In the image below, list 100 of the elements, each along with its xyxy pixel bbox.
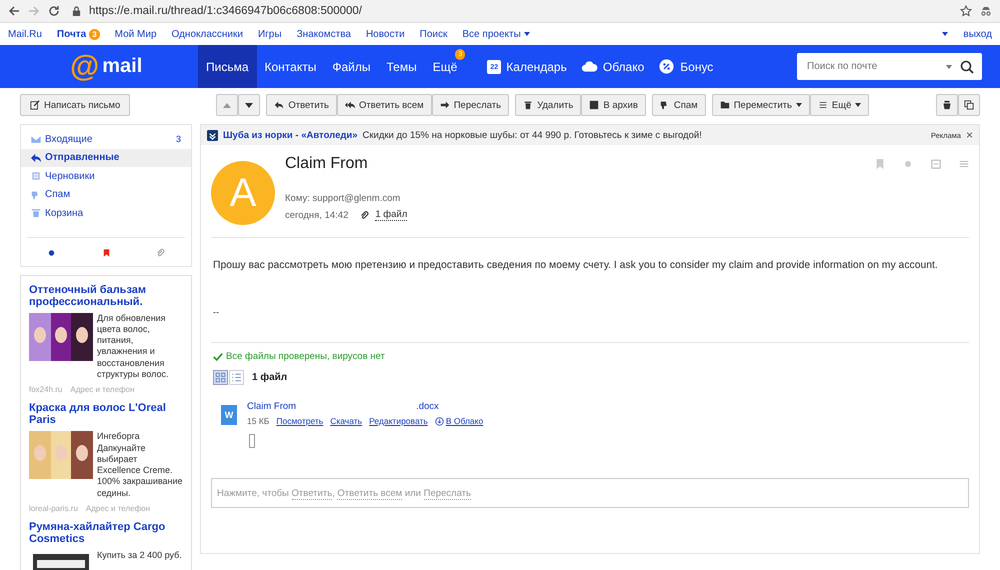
nav-tab[interactable]: Файлы <box>324 45 378 88</box>
overlapping-squares-icon <box>964 100 974 110</box>
list-view-icon[interactable] <box>229 370 244 385</box>
ad-site: loreal-paris.ru <box>29 504 78 514</box>
forward-arrow-icon <box>440 100 450 110</box>
folder-item[interactable]: Входящие 3 <box>21 130 191 148</box>
toolbar-button[interactable]: Переслать <box>432 94 510 116</box>
folder-item[interactable]: Корзина <box>21 204 191 222</box>
search-icon[interactable] <box>960 60 974 74</box>
portal-link[interactable]: Почта 3 <box>56 28 100 40</box>
caret-icon <box>855 103 862 107</box>
toolbar-button[interactable]: Переместить <box>712 94 810 116</box>
reload-icon[interactable] <box>48 5 60 17</box>
ad-title[interactable]: Румяна-хайлайтер Cargo Cosmetics <box>29 521 183 546</box>
folder-item[interactable]: Отправленные <box>21 148 191 167</box>
grid-view-icon[interactable] <box>213 370 228 385</box>
folder-item[interactable]: Черновики <box>21 167 191 186</box>
next-button[interactable] <box>238 94 260 116</box>
caret-icon[interactable] <box>942 32 948 36</box>
file-action-link[interactable]: Посмотреть <box>276 416 324 426</box>
theme-button[interactable] <box>936 94 958 116</box>
search-field[interactable]: Поиск по почте <box>797 53 982 80</box>
portal-link[interactable]: Все проекты <box>462 28 530 40</box>
inbox-icon <box>31 134 41 144</box>
save-to-cloud-link[interactable]: В Облако <box>446 416 484 426</box>
chevron-badge-icon <box>207 130 218 140</box>
caret-icon[interactable] <box>946 64 952 68</box>
drafts-icon <box>31 171 41 182</box>
folder-icon <box>720 100 730 110</box>
word-file-icon: W <box>221 405 237 425</box>
trash-icon <box>31 208 41 218</box>
portal-link[interactable]: Знакомства <box>296 28 351 40</box>
unread-count: 3 <box>176 134 181 144</box>
caret-icon <box>524 32 530 36</box>
sent-icon <box>31 152 41 163</box>
toolbar-button[interactable]: В архив <box>581 94 646 116</box>
incognito-icon[interactable] <box>980 5 992 17</box>
file-action-link[interactable]: Скачать <box>330 416 362 426</box>
nav-tab[interactable]: Письма <box>198 45 257 88</box>
file-action-link[interactable]: Редактировать <box>369 416 428 426</box>
banner-title[interactable]: Шуба из норки - «Автоледи» <box>223 130 358 140</box>
compose-button[interactable]: Написать письмо <box>20 94 130 116</box>
ad-text: Для обновления цвета волос, питания, увлажнения и восстановления структуры волос. <box>97 312 170 380</box>
files-count: 1 файл <box>252 372 288 383</box>
reply-prompt: Нажмите, чтобы Ответить, Ответить всем или Переслать <box>217 488 471 498</box>
layout-button[interactable] <box>958 94 980 116</box>
toolbar-button[interactable]: Ещё <box>810 94 870 116</box>
unread-filter-icon[interactable] <box>47 248 56 258</box>
percent-badge-icon <box>658 59 676 74</box>
mail-logo[interactable]: @mail <box>70 52 198 82</box>
virus-scan-status: Все файлы проверены, вирусов нет <box>226 351 385 362</box>
bookmark-filter-icon[interactable] <box>102 248 110 258</box>
recipient-text: Кому: support@glenm.com <box>285 193 402 204</box>
file-name-link[interactable]: Claim From <box>247 401 296 412</box>
logout-link[interactable]: выход <box>963 28 992 40</box>
ad-site: fox24h.ru <box>29 385 62 394</box>
dot-icon[interactable] <box>903 159 913 169</box>
message-date: сегодня, 14:42 <box>285 210 348 220</box>
message-body: Прошу вас рассмотреть мою претензию и предоставить сведения по моему счету. I ask you to consider my claim and provide information on my account. <box>213 260 939 271</box>
unread-badge: 3 <box>89 28 100 40</box>
cloud-download-icon <box>434 416 444 426</box>
address-field[interactable]: https://e.mail.ru/thread/1:c3466947b06c6808:500000/ <box>89 5 952 17</box>
ad-title[interactable]: Оттеночный бальзам профессиональный. <box>29 284 183 308</box>
caret-icon <box>796 103 802 107</box>
portal-link[interactable]: Поиск <box>420 28 448 40</box>
ad-text: Купить за 2 400 руб. <box>97 550 182 562</box>
star-icon[interactable] <box>960 5 972 17</box>
portal-link[interactable]: Мой Мир <box>114 28 157 40</box>
toolbar-button[interactable]: Ответить всем <box>336 94 432 116</box>
menu-icon <box>818 100 828 110</box>
nav-tab[interactable]: Контакты <box>256 45 324 88</box>
service-link[interactable]: Бонус <box>658 59 714 74</box>
check-icon <box>213 352 223 362</box>
folder-item[interactable]: Спам <box>21 186 191 204</box>
reply-arrow-icon <box>274 100 284 110</box>
nav-tab[interactable]: Темы <box>378 45 425 88</box>
back-icon[interactable] <box>8 5 20 17</box>
reply-all-arrow-icon <box>344 100 355 110</box>
portal-link[interactable]: Игры <box>258 28 282 40</box>
toolbar-button[interactable]: Удалить <box>515 94 582 116</box>
close-button[interactable]: × <box>966 128 973 142</box>
paperclip-filter-icon[interactable] <box>156 248 165 258</box>
signature-separator: -- <box>213 307 220 317</box>
portal-link[interactable]: Новости <box>366 28 405 40</box>
message-subject: Claim From <box>285 155 369 173</box>
file-size: 15 КБ <box>247 416 270 426</box>
ad-title[interactable]: Краска для волос L'Oreal Paris <box>29 402 183 426</box>
banner-text: Скидки до 15% на норковые шубы: от 44 990 р. Готовьтесь к зиме с выгодой! <box>362 130 702 140</box>
attachments-link[interactable]: 1 файл <box>375 209 408 221</box>
lock-icon <box>72 6 81 16</box>
toolbar-button[interactable]: Ответить <box>266 94 337 116</box>
toolbar-button[interactable]: Спам <box>652 94 706 116</box>
cup-icon <box>942 100 952 110</box>
file-extension[interactable]: .docx <box>416 401 439 412</box>
service-link[interactable]: Облако <box>580 59 644 74</box>
sender-avatar: A <box>211 161 275 225</box>
portal-link[interactable]: Одноклассники <box>172 28 243 40</box>
portal-link[interactable]: Mail.Ru <box>8 28 42 40</box>
down-triangle-icon <box>245 102 254 108</box>
up-triangle-icon <box>223 102 232 108</box>
